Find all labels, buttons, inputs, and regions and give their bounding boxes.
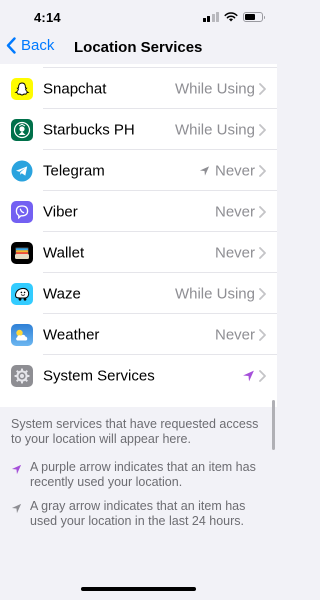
purple-arrow-legend: A purple arrow indicates that an item ha… [30,460,256,489]
list-item-waze[interactable]: Waze While Using [0,273,277,314]
page-title: Location Services [74,39,203,56]
viber-icon [11,200,33,223]
location-status: While Using [174,121,255,138]
location-status [242,369,255,382]
back-label: Back [21,37,55,54]
navigation-bar: Back Location Services [0,34,277,64]
location-status: While Using [174,80,255,97]
location-arrow-purple-icon [243,370,254,381]
location-status: Never [214,203,255,220]
list-item-snapchat[interactable]: Snapchat While Using [0,68,277,109]
app-name: Snapchat [43,80,107,97]
status-icons [202,12,265,22]
app-name: Wallet [43,244,85,261]
chevron-right-icon [259,369,266,382]
location-arrow-purple-icon [11,464,22,475]
wifi-icon [224,12,238,22]
list-item-viber[interactable]: Viber Never [0,191,277,232]
snapchat-icon [11,77,33,100]
battery-level [245,14,255,20]
location-arrow-gray-icon [11,503,22,514]
scrollbar[interactable] [272,400,275,450]
wallet-icon [11,241,33,264]
chevron-right-icon [259,123,266,136]
starbucks-icon [11,118,33,141]
signal-bars-icon [202,12,219,22]
app-name: Viber [43,203,78,220]
system-services-note: System services that have requested acce… [11,417,259,446]
list-item-wallet[interactable]: Wallet Never [0,232,277,273]
waze-icon [11,282,33,305]
location-status: Never [214,244,255,261]
weather-icon [11,323,33,346]
list-item-starbucks-ph[interactable]: Starbucks PH While Using [0,109,277,150]
back-button[interactable]: Back [6,37,54,54]
location-status: Never [199,162,255,179]
location-status: Never [214,326,255,343]
home-indicator[interactable] [81,587,196,591]
chevron-right-icon [259,82,266,95]
chevron-right-icon [259,164,266,177]
app-name: Telegram [43,162,105,179]
status-bar: 4:14 [0,0,277,34]
location-status: While Using [174,285,255,302]
app-name: Starbucks PH [43,121,135,138]
chevron-right-icon [259,246,266,259]
apps-location-list: Snapchat While Using Starbucks PH While … [0,64,277,407]
app-name: Weather [43,326,100,343]
list-item-system-services[interactable]: System Services [0,355,277,396]
list-item-weather[interactable]: Weather Never [0,314,277,355]
gray-arrow-legend: A gray arrow indicates that an item has … [30,499,246,528]
gear-icon [11,364,33,387]
battery-icon [243,12,265,22]
chevron-right-icon [259,287,266,300]
chevron-right-icon [259,328,266,341]
app-name: System Services [43,367,155,384]
telegram-icon [11,159,33,182]
chevron-right-icon [259,205,266,218]
status-time: 4:14 [34,10,61,25]
list-item-telegram[interactable]: Telegram Never [0,150,277,191]
chevron-left-icon [6,37,16,54]
location-arrow-gray-icon [199,165,210,176]
app-name: Waze [43,285,81,302]
